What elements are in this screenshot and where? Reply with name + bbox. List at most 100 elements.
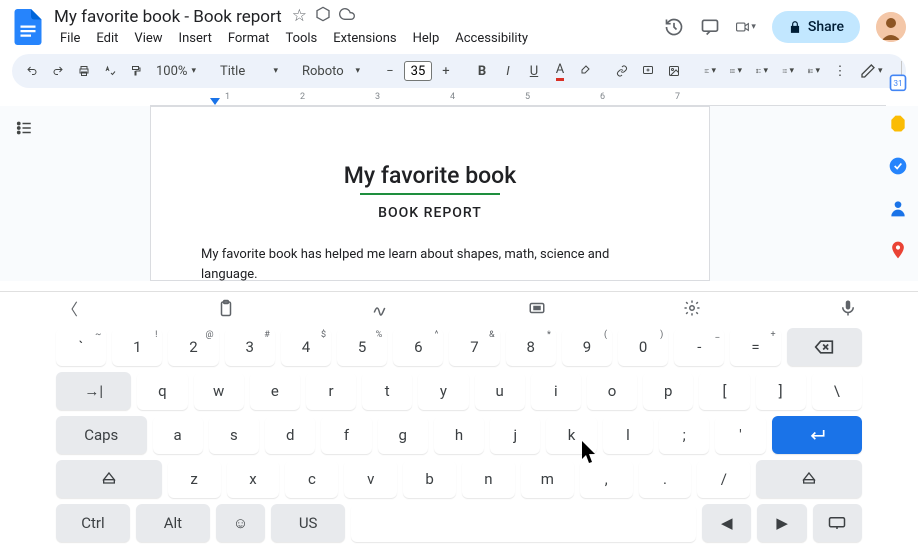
- contacts-icon[interactable]: [888, 198, 908, 218]
- star-icon[interactable]: ☆: [292, 6, 307, 27]
- key-s[interactable]: s: [209, 416, 259, 454]
- key-7[interactable]: 7&: [449, 328, 499, 366]
- key-ctrl[interactable]: Ctrl: [56, 504, 130, 542]
- key-t[interactable]: t: [362, 372, 412, 410]
- key-i[interactable]: i: [531, 372, 581, 410]
- kb-mic-icon[interactable]: [838, 298, 858, 318]
- key-shift-right[interactable]: [756, 460, 862, 498]
- key-a[interactable]: a: [153, 416, 203, 454]
- key-p[interactable]: p: [643, 372, 693, 410]
- add-comment-button[interactable]: [636, 58, 660, 84]
- key-'[interactable]: ': [715, 416, 765, 454]
- key-3[interactable]: 3#: [225, 328, 275, 366]
- key-=[interactable]: =+: [730, 328, 780, 366]
- key-n[interactable]: n: [462, 460, 515, 498]
- key-y[interactable]: y: [418, 372, 468, 410]
- key-2[interactable]: 2@: [168, 328, 218, 366]
- line-spacing-button[interactable]: ▾: [724, 58, 748, 84]
- docs-logo-icon[interactable]: [12, 7, 44, 47]
- menu-edit[interactable]: Edit: [90, 29, 124, 48]
- key-c[interactable]: c: [285, 460, 338, 498]
- cloud-icon[interactable]: [339, 6, 355, 27]
- numbered-list-button[interactable]: 123▾: [802, 58, 826, 84]
- doc-title[interactable]: My favorite book - Book report: [54, 7, 282, 27]
- key-4[interactable]: 4$: [281, 328, 331, 366]
- key-d[interactable]: d: [265, 416, 315, 454]
- key-x[interactable]: x: [227, 460, 280, 498]
- key-emoji[interactable]: ☺: [216, 504, 265, 542]
- insert-image-button[interactable]: [662, 58, 686, 84]
- kb-clipboard-icon[interactable]: [216, 298, 236, 318]
- key-k[interactable]: k: [546, 416, 596, 454]
- document-page[interactable]: My favorite book BOOK REPORT My favorite…: [150, 106, 710, 281]
- key-b[interactable]: b: [403, 460, 456, 498]
- italic-button[interactable]: I: [496, 58, 520, 84]
- menu-file[interactable]: File: [54, 29, 86, 48]
- paint-format-button[interactable]: [124, 58, 148, 84]
- key-g[interactable]: g: [378, 416, 428, 454]
- key-shift-left[interactable]: [56, 460, 162, 498]
- key-space[interactable]: [351, 504, 696, 542]
- key-][interactable]: ]: [756, 372, 806, 410]
- key-v[interactable]: v: [344, 460, 397, 498]
- key-/[interactable]: /: [697, 460, 750, 498]
- ruler-tab-marker[interactable]: [210, 98, 220, 105]
- key-z[interactable]: z: [168, 460, 221, 498]
- kb-back-icon[interactable]: 〈: [60, 298, 80, 318]
- move-icon[interactable]: [315, 6, 331, 27]
- checklist-button[interactable]: ▾: [750, 58, 774, 84]
- bold-button[interactable]: B: [470, 58, 494, 84]
- menu-accessibility[interactable]: Accessibility: [449, 29, 534, 48]
- key--[interactable]: -_: [674, 328, 724, 366]
- menu-view[interactable]: View: [128, 29, 168, 48]
- share-button[interactable]: Share: [772, 11, 860, 43]
- print-button[interactable]: [72, 58, 96, 84]
- fontsize-increase[interactable]: +: [434, 58, 458, 84]
- key-,[interactable]: ,: [580, 460, 633, 498]
- key-`[interactable]: `~: [56, 328, 106, 366]
- key-caps[interactable]: Caps: [56, 416, 147, 454]
- key-6[interactable]: 6^: [393, 328, 443, 366]
- key-enter[interactable]: [772, 416, 863, 454]
- maps-icon[interactable]: [888, 240, 908, 260]
- key-w[interactable]: w: [194, 372, 244, 410]
- key-h[interactable]: h: [434, 416, 484, 454]
- key-q[interactable]: q: [137, 372, 187, 410]
- link-button[interactable]: [610, 58, 634, 84]
- highlight-button[interactable]: [574, 58, 598, 84]
- spellcheck-button[interactable]: [98, 58, 122, 84]
- page-subtitle[interactable]: BOOK REPORT: [201, 205, 659, 221]
- align-button[interactable]: ▾: [698, 58, 722, 84]
- key-8[interactable]: 8*: [506, 328, 556, 366]
- menu-extensions[interactable]: Extensions: [327, 29, 402, 48]
- kb-handwriting-icon[interactable]: [371, 298, 391, 318]
- more-button[interactable]: ⋮: [828, 58, 852, 84]
- menu-format[interactable]: Format: [222, 29, 276, 48]
- kb-settings-icon[interactable]: [682, 298, 702, 318]
- meet-icon[interactable]: ▾: [736, 17, 756, 37]
- key-m[interactable]: m: [521, 460, 574, 498]
- font-select[interactable]: Roboto▾: [296, 62, 366, 81]
- comment-icon[interactable]: [700, 17, 720, 37]
- menu-insert[interactable]: Insert: [173, 29, 218, 48]
- calendar-icon[interactable]: 31: [888, 72, 908, 92]
- fontsize-input[interactable]: [404, 61, 432, 81]
- ruler[interactable]: 1 2 3 4 5 6 7: [150, 92, 886, 106]
- menu-help[interactable]: Help: [407, 29, 446, 48]
- key-arrow-right[interactable]: ▶: [757, 504, 806, 542]
- key-j[interactable]: j: [490, 416, 540, 454]
- redo-button[interactable]: [46, 58, 70, 84]
- key-l[interactable]: l: [603, 416, 653, 454]
- bullet-list-button[interactable]: ▾: [776, 58, 800, 84]
- avatar[interactable]: [876, 12, 906, 42]
- key-o[interactable]: o: [587, 372, 637, 410]
- page-body[interactable]: My favorite book has helped me learn abo…: [201, 245, 659, 281]
- kb-float-icon[interactable]: [527, 298, 547, 318]
- key-e[interactable]: e: [250, 372, 300, 410]
- keep-icon[interactable]: [888, 114, 908, 134]
- fontsize-decrease[interactable]: −: [378, 58, 402, 84]
- style-select[interactable]: Title▾: [214, 62, 284, 81]
- key-backspace[interactable]: [787, 328, 862, 366]
- key-hide-keyboard[interactable]: [813, 504, 862, 542]
- history-icon[interactable]: [664, 17, 684, 37]
